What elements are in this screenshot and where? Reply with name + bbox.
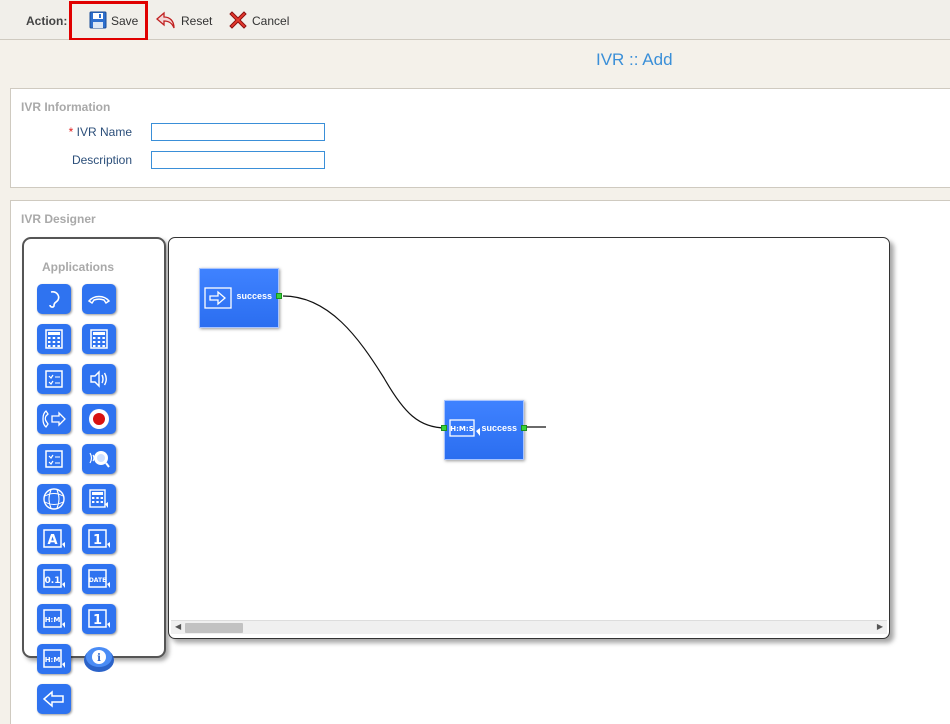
svg-text:H:M:S: H:M:S — [450, 425, 473, 433]
start-node-success-label: success — [236, 291, 272, 301]
svg-text:H:M: H:M — [45, 616, 61, 624]
globe-icon[interactable] — [37, 484, 71, 514]
reset-button[interactable]: Reset — [155, 10, 212, 32]
checklist-icon[interactable] — [37, 444, 71, 474]
description-input[interactable] — [151, 151, 325, 169]
say-time-node[interactable]: H:M:S success — [441, 400, 527, 460]
scrollbar-thumb[interactable] — [185, 623, 243, 633]
title-bar — [0, 40, 950, 86]
save-highlight-box — [69, 1, 148, 41]
scroll-left-arrow-icon[interactable]: ◀ — [175, 622, 181, 631]
ivr-information-title: IVR Information — [21, 100, 111, 114]
required-marker: * — [68, 125, 74, 139]
speech-search-icon[interactable] — [82, 444, 116, 474]
svg-text:0.1: 0.1 — [45, 576, 61, 586]
call-transfer-icon[interactable] — [37, 404, 71, 434]
svg-text:DATE: DATE — [89, 577, 106, 584]
keypad-icon[interactable] — [82, 324, 116, 354]
checklist-icon[interactable] — [37, 364, 71, 394]
action-label: Action: — [26, 14, 68, 28]
say-time-node-output-port[interactable] — [521, 425, 527, 431]
start-node-output-port[interactable] — [276, 293, 282, 299]
svg-text:i: i — [97, 653, 101, 664]
say-time-icon[interactable]: H:M — [37, 644, 71, 674]
description-label: Description — [71, 153, 132, 167]
speaker-icon[interactable] — [82, 364, 116, 394]
ivr-information-panel: IVR Information * IVR Name Description — [10, 88, 950, 188]
scroll-right-arrow-icon[interactable]: ▶ — [877, 622, 883, 631]
svg-text:H:M: H:M — [45, 656, 61, 664]
svg-text:1: 1 — [93, 533, 102, 548]
keypad-icon[interactable] — [37, 324, 71, 354]
reset-label: Reset — [181, 14, 213, 28]
red-x-icon — [228, 10, 248, 33]
ivr-name-input[interactable] — [151, 123, 325, 141]
svg-text:1: 1 — [93, 613, 102, 628]
page-title: IVR :: Add — [596, 50, 673, 69]
ear-icon[interactable] — [37, 284, 71, 314]
applications-title: Applications — [42, 260, 115, 274]
action-toolbar: Action: Save Reset Cancel — [0, 0, 950, 41]
cancel-button[interactable]: Cancel — [228, 10, 289, 32]
ivr-name-label: * IVR Name — [51, 125, 132, 139]
say-number-icon[interactable]: 1 — [82, 604, 116, 634]
keypad-speaker-icon[interactable] — [82, 484, 116, 514]
back-arrow-icon[interactable] — [37, 684, 71, 714]
say-digits-icon[interactable]: 0.1 — [37, 564, 71, 594]
hangup-icon[interactable] — [82, 284, 116, 314]
flow-connector — [282, 295, 447, 429]
say-alpha-icon[interactable]: A — [37, 524, 71, 554]
start-arrow-icon — [204, 287, 232, 314]
ivr-designer-title: IVR Designer — [21, 212, 96, 226]
say-date-icon[interactable]: DATE — [82, 564, 116, 594]
start-node[interactable]: success — [199, 268, 282, 328]
undo-arrow-icon — [155, 10, 177, 33]
say-time-node-success-label: success — [481, 423, 517, 433]
say-time-node-input-port[interactable] — [441, 425, 447, 431]
svg-text:A: A — [47, 533, 57, 548]
canvas-horizontal-scrollbar[interactable]: ◀ ▶ — [171, 620, 887, 634]
say-time-icon[interactable]: H:M — [37, 604, 71, 634]
say-number-icon[interactable]: 1 — [82, 524, 116, 554]
record-icon[interactable] — [82, 404, 116, 434]
designer-canvas[interactable]: success H:M:S success ◀ ▶ — [168, 237, 890, 639]
say-time-icon: H:M:S — [449, 419, 483, 444]
ivr-name-label-text: IVR Name — [76, 125, 132, 139]
info-icon[interactable]: i — [82, 644, 116, 674]
cancel-label: Cancel — [252, 14, 290, 28]
